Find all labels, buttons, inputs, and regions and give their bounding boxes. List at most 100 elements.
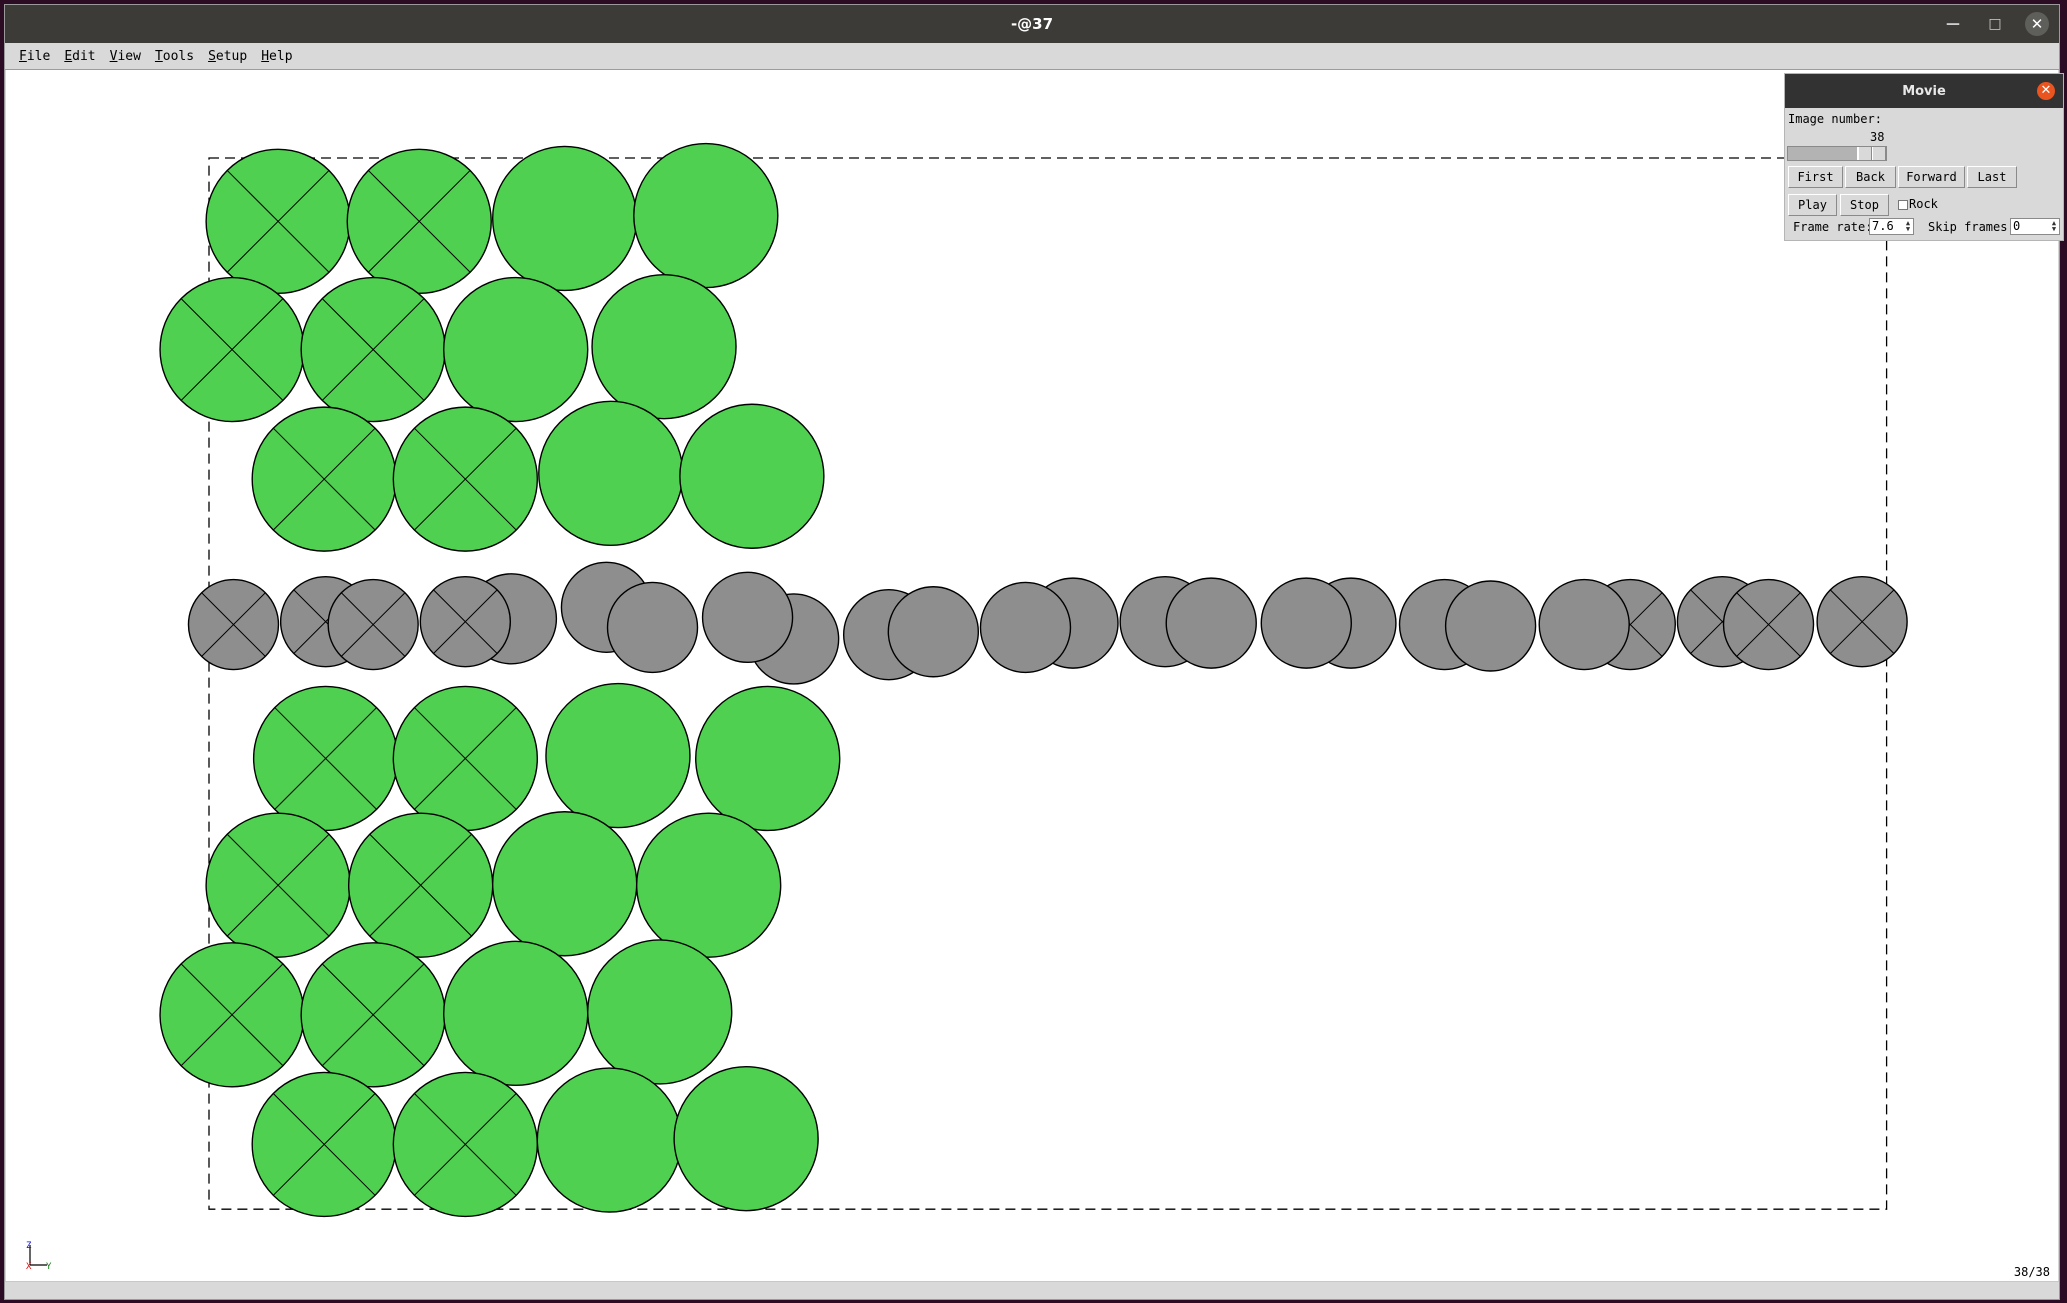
particle-disc [491, 811, 638, 957]
particle-small [1538, 578, 1630, 671]
particle-large-crossed [392, 685, 539, 832]
particle-disc [701, 571, 794, 664]
menu-setup[interactable]: Setup [202, 49, 253, 64]
rock-checkbox[interactable] [1898, 200, 1908, 210]
particle-large-crossed [392, 1071, 539, 1218]
particle-disc [491, 145, 638, 292]
particle-disc [587, 939, 733, 1085]
particles [159, 142, 1908, 1218]
menu-file[interactable]: File [13, 49, 56, 64]
app-window: -@37 — □ ✕ File Edit View Tools Setup Help Z … [4, 4, 2060, 1300]
window-title: -@37 [1010, 15, 1054, 33]
particle-disc [679, 403, 825, 549]
particle-large-crossed [300, 942, 446, 1088]
particle-small [979, 581, 1072, 674]
menu-bar: File Edit View Tools Setup Help [5, 43, 2059, 70]
particle-large-crossed [347, 812, 494, 958]
title-bar[interactable]: -@37 — □ ✕ [5, 5, 2059, 43]
particle-disc [1538, 578, 1630, 671]
menu-label-rest: ools [162, 48, 195, 64]
image-number-label: Image number: [1788, 112, 1882, 126]
particle-small-crossed [1816, 575, 1908, 668]
menu-label-rest: iew [117, 48, 141, 64]
particle-disc [695, 685, 841, 832]
menu-label-rest: ile [26, 48, 51, 64]
particle-large [443, 276, 589, 423]
stop-button[interactable]: Stop [1840, 194, 1889, 216]
particle-disc [536, 1067, 683, 1213]
particle-large [633, 142, 779, 289]
movie-dialog-title-bar[interactable]: Movie ✕ [1785, 74, 2063, 108]
particle-large [491, 145, 638, 292]
particle-small-crossed [327, 578, 419, 671]
particle-large [635, 812, 782, 958]
image-number-value: 38 [1870, 130, 1885, 144]
slider-handle[interactable] [1857, 147, 1886, 160]
menu-edit[interactable]: Edit [58, 49, 101, 64]
particle-large-crossed [252, 685, 399, 832]
particle-small-crossed [187, 578, 280, 671]
menu-view[interactable]: View [104, 49, 147, 64]
particle-disc [1165, 577, 1257, 669]
particle-scene[interactable] [6, 70, 2058, 1282]
particle-large [695, 685, 841, 832]
particle-large [545, 682, 691, 829]
maximize-icon[interactable]: □ [1983, 12, 2007, 36]
frame-counter: 38/38 [2013, 1265, 2050, 1279]
movie-dialog-title: Movie [1902, 83, 1946, 99]
particle-disc [633, 142, 779, 289]
particle-small [701, 571, 794, 664]
menu-tools[interactable]: Tools [149, 49, 200, 64]
skip-frames-input[interactable]: 0 ▲ ▼ [2010, 218, 2060, 235]
movie-dialog: Movie ✕ Image number: 38 First Back Forw… [1784, 73, 2064, 241]
minimize-icon[interactable]: — [1941, 12, 1965, 36]
close-icon[interactable]: ✕ [2037, 82, 2055, 100]
particle-small-crossed [419, 575, 512, 668]
menu-help[interactable]: Help [255, 49, 298, 64]
viewer-canvas[interactable]: Z X Y 38/38 [6, 70, 2058, 1282]
particle-large-crossed [251, 1071, 397, 1218]
menu-mnemonic: H [261, 48, 270, 64]
last-button[interactable]: Last [1967, 166, 2017, 188]
particle-small [1260, 577, 1352, 669]
spin-arrows-icon[interactable]: ▲ ▼ [1904, 220, 1912, 233]
menu-label-rest: dit [72, 48, 96, 64]
back-button[interactable]: Back [1845, 166, 1896, 188]
spin-arrows-icon[interactable]: ▲ ▼ [2050, 220, 2058, 233]
skip-frames-value: 0 [2013, 219, 2021, 233]
particle-disc [443, 940, 589, 1087]
close-icon[interactable]: ✕ [2025, 12, 2049, 36]
particle-disc [979, 581, 1072, 674]
particle-disc [591, 273, 737, 420]
particle-large [443, 940, 589, 1087]
particle-large-crossed [300, 276, 446, 423]
menu-label-rest: etup [215, 48, 248, 64]
particle-disc [443, 276, 589, 423]
particle-small [1444, 580, 1537, 672]
forward-button[interactable]: Forward [1898, 166, 1965, 188]
x-axis-label: X [26, 1262, 32, 1272]
frame-rate-value: 7.6 [1872, 219, 1894, 233]
particle-large [536, 1067, 683, 1213]
menu-label-rest: elp [269, 48, 293, 64]
particle-disc [635, 812, 782, 958]
particle-large [538, 400, 684, 547]
particle-large-crossed [159, 276, 305, 423]
particle-disc [545, 682, 691, 829]
particle-large [587, 939, 733, 1085]
play-button[interactable]: Play [1788, 194, 1837, 216]
menu-mnemonic: S [208, 48, 216, 64]
menu-mnemonic: E [64, 48, 73, 64]
particle-disc [1444, 580, 1537, 672]
frame-rate-input[interactable]: 7.6 ▲ ▼ [1869, 218, 1914, 235]
first-button[interactable]: First [1788, 166, 1843, 188]
particle-large-crossed [205, 148, 351, 295]
particle-small [606, 581, 699, 674]
image-number-slider[interactable] [1787, 146, 1887, 161]
skip-frames-label: Skip frames: [1928, 220, 2015, 234]
axes-indicator: Z X Y [20, 1237, 60, 1277]
particle-large-crossed [346, 148, 492, 295]
particle-large-crossed [205, 812, 351, 958]
particle-small-crossed [1722, 578, 1815, 671]
z-axis-label: Z [26, 1241, 32, 1251]
